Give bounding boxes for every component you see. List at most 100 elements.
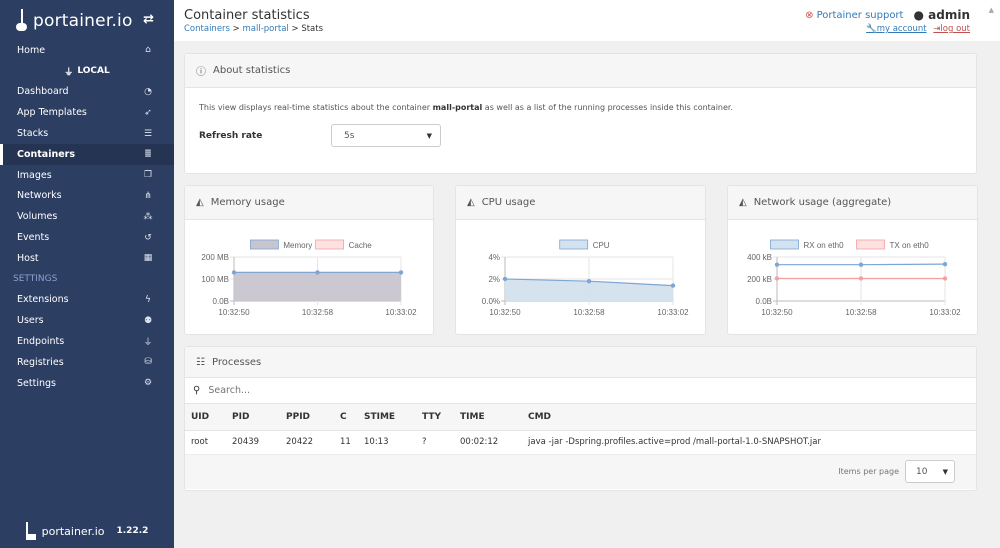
log-out-link[interactable]: ⇥log out	[933, 24, 970, 34]
history-icon: ↺	[144, 232, 152, 243]
x-tick-label: 10:33:02	[657, 308, 689, 317]
processes-header: ☷ Processes	[185, 347, 976, 378]
search-bar: ⚲	[185, 378, 976, 404]
cell-c: 11	[334, 430, 358, 455]
footer-brand: portainer.io	[41, 524, 105, 538]
column-header-time[interactable]: TIME	[454, 404, 522, 431]
legend-label-0[interactable]: CPU	[593, 241, 610, 250]
legend-swatch-0[interactable]	[559, 239, 589, 250]
sidebar-item-label: Dashboard	[17, 86, 69, 98]
area-chart-icon: ◭	[196, 197, 204, 208]
y-tick-label: 400 kB	[747, 253, 772, 262]
memory-header: ◭ Memory usage	[185, 186, 433, 220]
search-input[interactable]	[208, 385, 509, 396]
y-tick-label: 4%	[488, 253, 500, 262]
support-label: Portainer support	[816, 9, 904, 21]
column-header-pid[interactable]: PID	[226, 404, 280, 431]
legend-swatch-0[interactable]	[250, 239, 279, 250]
container-name: mall-portal	[432, 103, 483, 112]
sidebar-item-label: Stacks	[17, 128, 49, 140]
cogs-icon: ⚙	[143, 378, 153, 389]
column-header-ppid[interactable]: PPID	[280, 404, 334, 431]
memory-usage-panel: ◭ Memory usage Memory Cache 0.0B 100 MB 200 …	[184, 185, 434, 335]
portainer-logo[interactable]: portainer.io	[16, 9, 133, 31]
sidebar-item-extensions[interactable]: Extensions ϟ	[0, 290, 174, 311]
about-header: ⓘ About statistics	[185, 54, 976, 88]
search-icon: ⚲	[193, 385, 201, 396]
x-tick-label: 10:32:50	[489, 308, 521, 317]
toggle-sidebar-icon[interactable]: ⇄	[143, 12, 154, 27]
tasks-icon: ☷	[196, 356, 205, 368]
x-tick-label: 10:33:02	[385, 308, 417, 317]
sidebar-item-endpoints[interactable]: Endpoints ⏚	[0, 331, 174, 352]
data-point	[774, 276, 780, 281]
cell-ppid: 20422	[280, 430, 334, 455]
sidebar-item-host[interactable]: Host ▦	[0, 248, 174, 269]
column-header-uid[interactable]: UID	[185, 404, 226, 431]
plug-icon: ⏚	[64, 67, 74, 78]
sidebar-item-containers[interactable]: Containers ≣	[0, 143, 174, 165]
column-header-cmd[interactable]: CMD	[522, 404, 976, 431]
endpoint-heading: ⏚ LOCAL	[0, 61, 174, 82]
sidebar-item-stacks[interactable]: Stacks ☰	[0, 123, 174, 144]
server-icon: ≣	[144, 149, 152, 160]
my-account-link[interactable]: 🔧my account	[866, 24, 926, 34]
cell-stime: 10:13	[358, 430, 416, 455]
bolt-icon: ϟ	[145, 294, 151, 305]
sidebar: portainer.io ⇄ Home ⌂ ⏚ LOCAL Dashboard …	[0, 0, 174, 548]
users-icon: ⚉	[143, 315, 153, 326]
sidebar-item-label: Networks	[17, 190, 62, 202]
column-header-c[interactable]: C	[334, 404, 358, 431]
column-header-stime[interactable]: STIME	[358, 404, 416, 431]
desc-text: as well as a list of the running process…	[482, 103, 734, 112]
legend-label-1[interactable]: Cache	[349, 241, 373, 250]
legend-label-0[interactable]: RX on eth0	[804, 241, 845, 250]
y-tick-label: 0.0B	[756, 297, 772, 306]
area-chart-icon: ◭	[739, 197, 747, 208]
sidebar-item-home[interactable]: Home ⌂	[0, 40, 174, 61]
cell-tty: ?	[416, 430, 454, 455]
legend-label-0[interactable]: Memory	[283, 241, 312, 250]
sidebar-item-dashboard[interactable]: Dashboard ◔	[0, 82, 174, 103]
sidebar-item-label: Home	[17, 44, 46, 56]
sidebar-item-volumes[interactable]: Volumes ⁂	[0, 206, 174, 227]
legend-swatch-0[interactable]	[770, 239, 799, 250]
breadcrumb-container[interactable]: mall-portal	[243, 24, 289, 34]
tachometer-icon: ◔	[144, 86, 152, 97]
legend-label-1[interactable]: TX on eth0	[890, 241, 930, 250]
legend-swatch-1[interactable]	[315, 239, 345, 250]
sidebar-item-images[interactable]: Images ❐	[0, 165, 174, 186]
sidebar-footer: portainer.io 1.22.2	[0, 522, 174, 540]
table-row: root 20439 20422 11 10:13 ? 00:02:12 jav…	[185, 430, 976, 455]
user-name-text: admin	[928, 8, 970, 22]
caret-down-icon: ▼	[426, 131, 432, 140]
items-per-page-label: Items per page	[838, 467, 899, 476]
legend-swatch-1[interactable]	[856, 239, 885, 250]
sidebar-item-settings[interactable]: Settings ⚙	[0, 373, 174, 394]
data-point	[858, 276, 864, 281]
user-circle-icon: ●	[913, 8, 924, 22]
items-per-page-select[interactable]: 10 ▼	[905, 460, 955, 483]
column-header-tty[interactable]: TTY	[416, 404, 454, 431]
sidebar-item-networks[interactable]: Networks ⋔	[0, 186, 174, 207]
data-point	[315, 270, 320, 275]
x-tick-label: 10:32:50	[761, 308, 793, 317]
breadcrumb-current: Stats	[301, 24, 324, 34]
sidebar-item-registries[interactable]: Registries ⛁	[0, 352, 174, 373]
items-per-page-value: 10	[916, 466, 928, 477]
network-header: ◭ Network usage (aggregate)	[728, 186, 977, 220]
breadcrumb-containers[interactable]: Containers	[184, 24, 230, 34]
sidebar-item-users[interactable]: Users ⚉	[0, 310, 174, 331]
x-tick-label: 10:32:58	[302, 308, 334, 317]
cell-uid: root	[185, 430, 226, 455]
sidebar-item-events[interactable]: Events ↺	[0, 227, 174, 248]
scroll-up-arrow[interactable]: ▲	[989, 6, 994, 14]
sidebar-item-label: Users	[17, 315, 44, 327]
page-header: Container statistics Containers > mall-p…	[174, 0, 1000, 41]
refresh-rate-select[interactable]: 5s ▼	[331, 124, 441, 147]
cpu-chart: CPU 0.0% 2% 4% 10:32:50 10:32:58 10:33:02	[482, 239, 689, 317]
endpoint-name: LOCAL	[77, 66, 110, 77]
support-link[interactable]: ⊗ Portainer support	[805, 10, 903, 21]
y-tick-label: 100 MB	[201, 275, 229, 284]
sidebar-item-app-templates[interactable]: App Templates ➶	[0, 102, 174, 123]
